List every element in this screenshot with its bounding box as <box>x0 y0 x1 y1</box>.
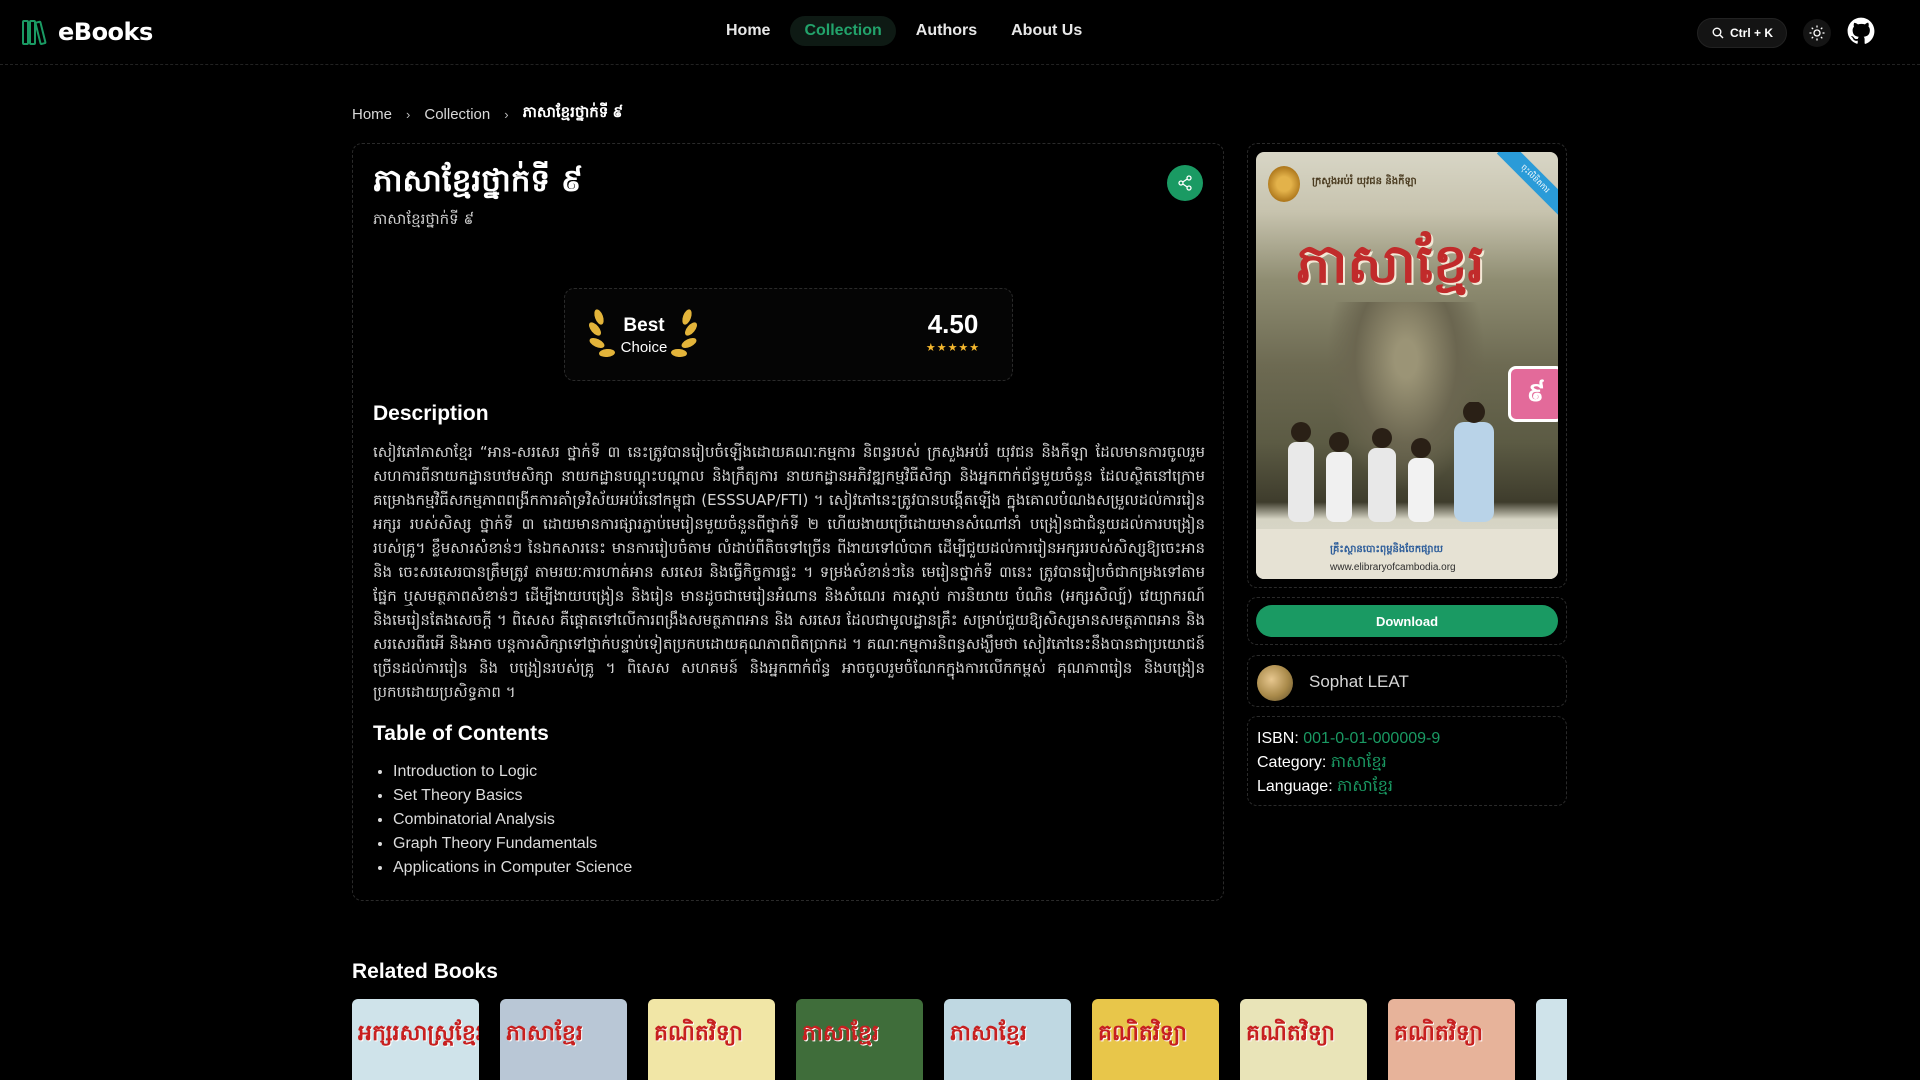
cover-ribbon: ចុះលិខិតការ <box>1496 152 1558 218</box>
logo-text: eBooks <box>58 18 153 46</box>
isbn-label: ISBN: <box>1257 730 1299 747</box>
toc-list: Introduction to Logic Set Theory Basics … <box>393 760 632 880</box>
cover-grade-badge: ៩ <box>1508 366 1558 422</box>
share-icon <box>1178 175 1192 191</box>
related-book-card[interactable]: ភាសាខ្មែរ <box>944 999 1071 1080</box>
breadcrumb: Home › Collection › ភាសាខ្មែរថ្នាក់ទី ៩ <box>352 103 623 125</box>
language-row: Language: ភាសាខ្មែរ <box>1257 775 1557 799</box>
ministry-emblem-icon <box>1268 166 1300 202</box>
category-label: Category: <box>1257 754 1327 771</box>
author-card[interactable]: Sophat LEAT <box>1247 655 1567 707</box>
toc-item: Graph Theory Fundamentals <box>393 832 632 856</box>
cover-card: ក្រសួងអប់រំ យុវជន និងកីឡា ចុះលិខិតការ ភា… <box>1247 143 1567 588</box>
badge-choice: Choice <box>620 339 668 356</box>
breadcrumb-home[interactable]: Home <box>352 106 392 123</box>
related-book-card[interactable]: អក្សរសាស្ត្រខ្មែរ <box>352 999 479 1080</box>
related-book-card[interactable] <box>1536 999 1567 1080</box>
related-book-title: ភាសាខ្មែរ <box>506 1021 583 1046</box>
description-heading: Description <box>373 402 489 425</box>
toc-item: Introduction to Logic <box>393 760 632 784</box>
related-book-title: គណិតវិទ្យា <box>654 1021 743 1046</box>
rating-score: 4.50 <box>927 309 979 339</box>
nav-home[interactable]: Home <box>712 16 784 46</box>
main-nav: Home Collection Authors About Us <box>712 16 1096 46</box>
sun-icon <box>1809 25 1825 41</box>
book-subtitle: ភាសាខ្មែរថ្នាក់ទី ៩ <box>373 210 475 228</box>
download-card: Download <box>1247 597 1567 645</box>
site-logo[interactable]: eBooks <box>22 18 153 46</box>
chevron-right-icon: › <box>504 106 509 122</box>
language-value[interactable]: ភាសាខ្មែរ <box>1337 778 1393 795</box>
nav-about-us[interactable]: About Us <box>997 16 1096 46</box>
top-navbar: eBooks Home Collection Authors About Us … <box>0 0 1920 65</box>
related-book-title: ភាសាខ្មែរ <box>950 1021 1027 1046</box>
related-books-row: អក្សរសាស្ត្រខ្មែរ ភាសាខ្មែរ គណិតវិទ្យា ភ… <box>352 999 1567 1080</box>
category-row: Category: ភាសាខ្មែរ <box>1257 751 1557 775</box>
badge-best: Best <box>623 315 665 336</box>
cover-title: ភាសាខ្មែរ <box>1296 232 1485 295</box>
library-logo-icon <box>22 20 47 45</box>
book-title: ភាសាខ្មែរថ្នាក់ទី ៩ <box>373 163 583 199</box>
toc-item: Set Theory Basics <box>393 784 632 808</box>
isbn-value: 001-0-01-000009-9 <box>1303 730 1441 747</box>
related-books-heading: Related Books <box>352 960 498 983</box>
chevron-right-icon: › <box>406 106 411 122</box>
category-value[interactable]: ភាសាខ្មែរ <box>1331 754 1387 771</box>
cover-publisher: គ្រឹះស្ថានបោះពុម្ពនិងចែកផ្សាយ <box>1330 544 1443 555</box>
nav-authors[interactable]: Authors <box>902 16 991 46</box>
theme-toggle-button[interactable] <box>1803 19 1831 47</box>
related-book-card[interactable]: គណិតវិទ្យា <box>1388 999 1515 1080</box>
book-meta-card: ISBN: 001-0-01-000009-9 Category: ភាសាខ្… <box>1247 716 1567 806</box>
github-icon[interactable] <box>1847 17 1875 45</box>
search-icon <box>1712 27 1724 39</box>
related-book-title: គណិតវិទ្យា <box>1394 1021 1483 1046</box>
description-text: សៀវភៅភាសាខ្មែរ “អាន-សរសេរ ថ្នាក់ទី ៣ នេះ… <box>373 443 1205 701</box>
nav-collection[interactable]: Collection <box>790 16 896 46</box>
breadcrumb-collection[interactable]: Collection <box>424 106 490 123</box>
related-book-title: គណិតវិទ្យា <box>1098 1021 1187 1046</box>
related-book-card[interactable]: គណិតវិទ្យា <box>1240 999 1367 1080</box>
download-button[interactable]: Download <box>1256 605 1558 637</box>
share-button[interactable] <box>1167 165 1203 201</box>
related-book-card[interactable]: គណិតវិទ្យា <box>1092 999 1219 1080</box>
rating-card: Best Choice 4.50 ★★★★★ <box>564 288 1013 381</box>
related-book-card[interactable]: គណិតវិទ្យា <box>648 999 775 1080</box>
cover-url: www.elibraryofcambodia.org <box>1330 562 1456 573</box>
related-book-card[interactable]: ភាសាខ្មែរ <box>796 999 923 1080</box>
book-cover-image: ក្រសួងអប់រំ យុវជន និងកីឡា ចុះលិខិតការ ភា… <box>1256 152 1558 579</box>
author-name[interactable]: Sophat LEAT <box>1309 672 1409 692</box>
book-details-panel: ភាសាខ្មែរថ្នាក់ទី ៩ ភាសាខ្មែរថ្នាក់ទី ៩ … <box>352 143 1224 901</box>
language-label: Language: <box>1257 778 1333 795</box>
cover-students-illustration <box>1288 402 1494 522</box>
cover-header-text: ក្រសួងអប់រំ យុវជន និងកីឡា <box>1312 176 1417 187</box>
toc-item: Combinatorial Analysis <box>393 808 632 832</box>
breadcrumb-current: ភាសាខ្មែរថ្នាក់ទី ៩ <box>522 104 624 121</box>
rating-stars: ★★★★★ <box>925 341 981 354</box>
toc-item: Applications in Computer Science <box>393 856 632 880</box>
toc-heading: Table of Contents <box>373 722 549 745</box>
avatar <box>1257 665 1293 701</box>
related-book-card[interactable]: ភាសាខ្មែរ <box>500 999 627 1080</box>
related-book-title: ភាសាខ្មែរ <box>802 1021 879 1046</box>
search-button[interactable]: Ctrl + K <box>1697 18 1787 48</box>
search-shortcut: Ctrl + K <box>1730 26 1774 40</box>
related-book-title: អក្សរសាស្ត្រខ្មែរ <box>358 1021 479 1046</box>
isbn-row: ISBN: 001-0-01-000009-9 <box>1257 727 1557 751</box>
related-book-title: គណិតវិទ្យា <box>1246 1021 1335 1046</box>
